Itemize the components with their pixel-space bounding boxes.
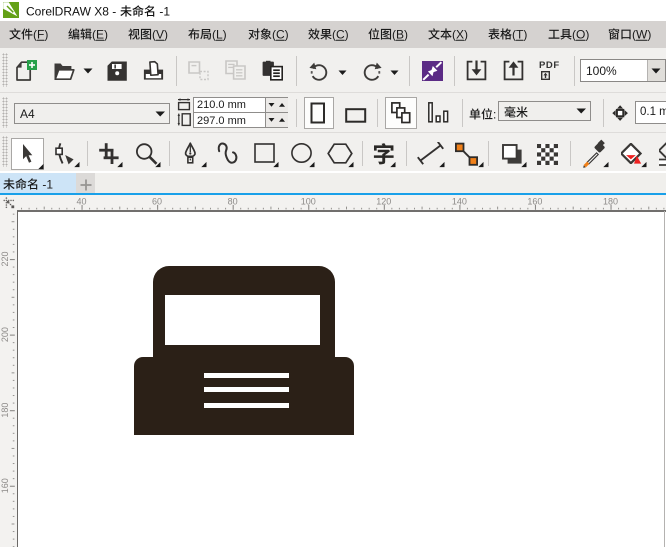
svg-text:C: C [276, 28, 285, 42]
svg-text:): ) [404, 28, 408, 42]
svg-text:220: 220 [0, 251, 10, 266]
svg-text:): ) [523, 28, 527, 42]
svg-text:): ) [104, 28, 108, 42]
svg-text:160: 160 [527, 197, 542, 207]
svg-text:): ) [585, 28, 589, 42]
svg-text::: : [493, 107, 496, 121]
svg-text:160: 160 [0, 478, 10, 493]
svg-text:40: 40 [76, 197, 86, 207]
svg-text:-1: -1 [39, 177, 53, 191]
svg-text:-1: -1 [156, 5, 170, 19]
svg-text:): ) [223, 28, 227, 42]
svg-text:180: 180 [0, 403, 10, 418]
svg-text:V: V [156, 28, 164, 42]
svg-text:60: 60 [152, 197, 162, 207]
svg-text:F: F [37, 28, 44, 42]
svg-text:CorelDRAW X8 -: CorelDRAW X8 - [26, 5, 120, 19]
svg-text:W: W [636, 28, 648, 42]
svg-text:): ) [647, 28, 651, 42]
svg-text:180: 180 [603, 197, 618, 207]
svg-text:B: B [396, 28, 404, 42]
svg-text:): ) [464, 28, 468, 42]
svg-text:100: 100 [301, 197, 316, 207]
svg-text:): ) [164, 28, 168, 42]
svg-text:): ) [345, 28, 349, 42]
svg-text:C: C [336, 28, 345, 42]
svg-text:200: 200 [0, 327, 10, 342]
svg-text:): ) [44, 28, 48, 42]
svg-text:120: 120 [376, 197, 391, 207]
svg-text:E: E [96, 28, 104, 42]
svg-text:O: O [576, 28, 585, 42]
svg-text:80: 80 [228, 197, 238, 207]
svg-text:X: X [456, 28, 464, 42]
svg-text:): ) [285, 28, 289, 42]
svg-text:140: 140 [452, 197, 467, 207]
